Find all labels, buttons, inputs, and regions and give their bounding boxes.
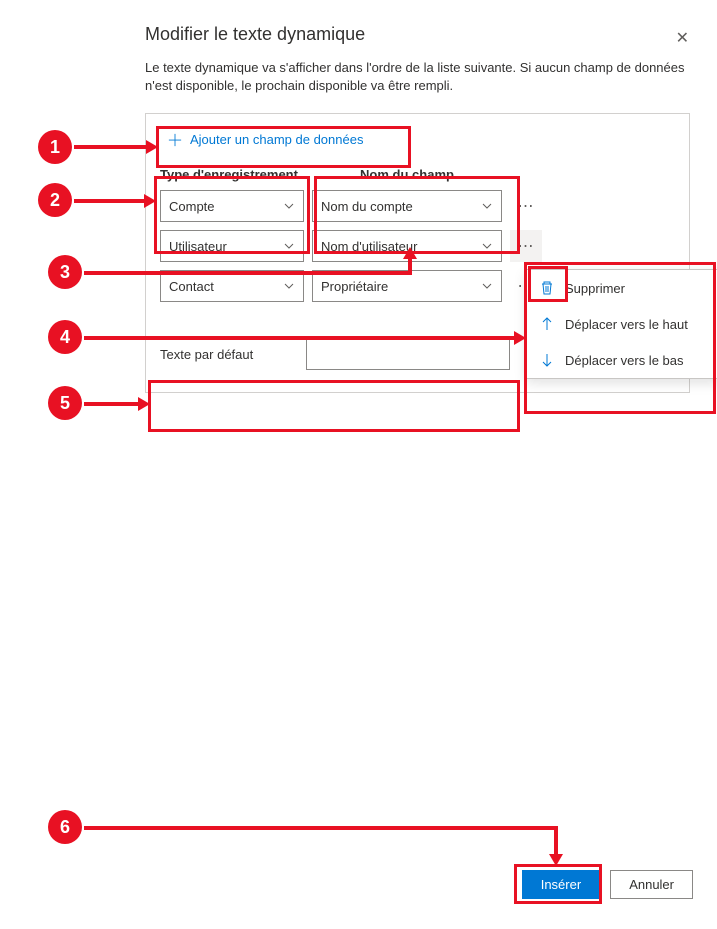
dropdown-value: Nom du compte — [321, 199, 413, 214]
annotation-arrow — [74, 145, 148, 149]
menu-item-label: Déplacer vers le bas — [565, 353, 684, 368]
annotation-circle-1: 1 — [38, 130, 72, 164]
dialog: Modifier le texte dynamique ✕ Le texte d… — [0, 0, 717, 417]
dropdown-value: Utilisateur — [169, 239, 227, 254]
dropdown-value: Compte — [169, 199, 215, 214]
trash-icon — [539, 280, 555, 296]
menu-move-down[interactable]: Déplacer vers le bas — [527, 342, 717, 378]
annotation-circle-5: 5 — [48, 386, 82, 420]
insert-button[interactable]: Insérer — [522, 870, 600, 899]
row-more-button[interactable]: ⋯ — [510, 190, 542, 222]
annotation-arrowhead — [403, 247, 417, 259]
menu-item-label: Supprimer — [565, 281, 625, 296]
row-context-menu: Supprimer Déplacer vers le haut Déplacer… — [526, 269, 717, 379]
annotation-arrowhead — [138, 397, 150, 411]
chevron-down-icon — [283, 280, 295, 292]
header-record-type: Type d'enregistrement — [160, 163, 304, 186]
annotation-circle-4: 4 — [48, 320, 82, 354]
add-button-label: Ajouter un champ de données — [190, 132, 363, 147]
field-name-dropdown[interactable]: Nom du compte — [312, 190, 502, 222]
annotation-circle-2: 2 — [38, 183, 72, 217]
column-headers: Type d'enregistrement Nom du champ — [156, 163, 679, 186]
annotation-arrowhead — [514, 331, 526, 345]
dialog-description: Le texte dynamique va s'afficher dans l'… — [145, 59, 685, 95]
header-field-name: Nom du champ — [312, 163, 502, 186]
arrow-up-icon — [539, 316, 555, 332]
chevron-down-icon — [283, 200, 295, 212]
annotation-arrow — [84, 826, 558, 830]
annotation-circle-3: 3 — [48, 255, 82, 289]
annotation-arrow — [554, 826, 558, 856]
record-type-dropdown[interactable]: Contact — [160, 270, 304, 302]
annotation-arrow — [84, 336, 516, 340]
field-row: Compte Nom du compte ⋯ — [156, 186, 679, 226]
annotation-arrow — [74, 199, 146, 203]
default-text-input[interactable] — [306, 338, 510, 370]
annotation-arrow — [84, 402, 140, 406]
annotation-arrowhead — [144, 194, 156, 208]
row-more-button[interactable]: ⋯ — [510, 230, 542, 262]
annotation-arrowhead — [146, 140, 158, 154]
dropdown-value: Contact — [169, 279, 214, 294]
record-type-dropdown[interactable]: Compte — [160, 190, 304, 222]
record-type-dropdown[interactable]: Utilisateur — [160, 230, 304, 262]
fields-panel: Ajouter un champ de données Type d'enreg… — [145, 113, 690, 393]
arrow-down-icon — [539, 352, 555, 368]
plus-icon — [168, 133, 182, 147]
field-row: Utilisateur Nom d'utilisateur ⋯ — [156, 226, 679, 266]
chevron-down-icon — [481, 240, 493, 252]
dialog-footer: Insérer Annuler — [522, 870, 693, 899]
dialog-title: Modifier le texte dynamique — [145, 24, 693, 45]
annotation-arrow — [408, 257, 412, 275]
add-data-field-button[interactable]: Ajouter un champ de données — [156, 124, 375, 155]
default-text-label: Texte par défaut — [160, 347, 288, 362]
menu-delete[interactable]: Supprimer — [527, 270, 717, 306]
chevron-down-icon — [481, 280, 493, 292]
cancel-button[interactable]: Annuler — [610, 870, 693, 899]
field-name-dropdown[interactable]: Propriétaire — [312, 270, 502, 302]
close-icon[interactable]: ✕ — [676, 28, 689, 48]
chevron-down-icon — [283, 240, 295, 252]
menu-move-up[interactable]: Déplacer vers le haut — [527, 306, 717, 342]
chevron-down-icon — [481, 200, 493, 212]
menu-item-label: Déplacer vers le haut — [565, 317, 688, 332]
dropdown-value: Propriétaire — [321, 279, 388, 294]
annotation-arrowhead — [549, 854, 563, 866]
annotation-circle-6: 6 — [48, 810, 82, 844]
annotation-arrow — [84, 271, 410, 275]
